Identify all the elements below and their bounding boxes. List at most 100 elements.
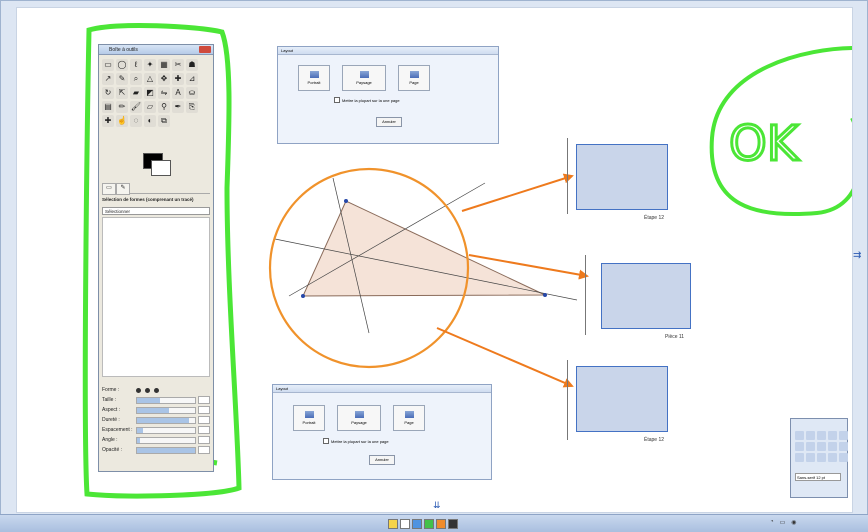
size-value[interactable] xyxy=(198,396,210,404)
tab-brush[interactable]: ✎ xyxy=(116,183,130,195)
color-picker-icon[interactable]: ✎ xyxy=(116,73,128,85)
tool-icon[interactable] xyxy=(806,453,815,462)
clone-icon[interactable]: ⎘ xyxy=(186,101,198,113)
portrait-button[interactable]: Portrait xyxy=(293,405,325,431)
dialog-ok-button[interactable]: Annuler xyxy=(369,455,395,465)
ink-icon[interactable]: ✒ xyxy=(172,101,184,113)
tool-icon[interactable] xyxy=(795,453,804,462)
thumbnail-3[interactable] xyxy=(574,364,670,434)
size-slider[interactable] xyxy=(136,396,196,404)
floating-toolbar[interactable]: Sans-serif 12 pt xyxy=(790,418,848,498)
color-blue[interactable] xyxy=(412,519,422,529)
next-page-icon[interactable]: ⇉ xyxy=(853,250,861,261)
page-button[interactable]: Page xyxy=(393,405,425,431)
bucket-icon[interactable]: ⛀ xyxy=(186,87,198,99)
color-select-icon[interactable]: ▦ xyxy=(158,59,170,71)
align-icon[interactable]: ✚ xyxy=(172,73,184,85)
checkbox-box[interactable] xyxy=(323,438,329,444)
page-button[interactable]: Page xyxy=(398,65,430,91)
hardness-value[interactable] xyxy=(198,416,210,424)
thumbnail-1[interactable] xyxy=(574,142,670,212)
color-swatch[interactable] xyxy=(143,153,171,176)
angle-value[interactable] xyxy=(198,436,210,444)
angle-slider[interactable] xyxy=(136,436,196,444)
opacity-slider[interactable] xyxy=(136,446,196,454)
color-white[interactable] xyxy=(400,519,410,529)
tab-options[interactable]: ▭ xyxy=(102,183,116,195)
dodge-icon[interactable]: ◐ xyxy=(144,115,156,127)
close-icon[interactable] xyxy=(199,46,211,53)
options-list[interactable] xyxy=(102,217,210,377)
tool-icon[interactable] xyxy=(839,442,848,451)
color-green[interactable] xyxy=(424,519,434,529)
tool-icon[interactable] xyxy=(817,431,826,440)
hardness-slider[interactable] xyxy=(136,416,196,424)
pencil-icon[interactable]: ✏ xyxy=(116,101,128,113)
rotate-icon[interactable]: ↻ xyxy=(102,87,114,99)
whiteboard-canvas[interactable]: OK Boîte à outils ▭ ◯ ℓ ✦ ▦ ✂ ☗ ↗ ✎ ⌕ △ … xyxy=(17,8,852,512)
portrait-button[interactable]: Portrait xyxy=(298,65,330,91)
tool-icon[interactable] xyxy=(828,431,837,440)
color-orange[interactable] xyxy=(436,519,446,529)
tray-icon[interactable]: ◔ xyxy=(770,519,774,526)
layout-dialog-bottom[interactable]: Layout Portrait Paysage Page Mettre la p… xyxy=(272,384,492,480)
fit-checkbox[interactable]: Mettre la plupart sur la une page xyxy=(334,97,400,103)
tray-icon[interactable]: ◉ xyxy=(791,519,796,526)
checkbox-box[interactable] xyxy=(334,97,340,103)
tool-icon[interactable] xyxy=(806,442,815,451)
zoom-icon[interactable]: ⌕ xyxy=(130,73,142,85)
foreground-icon[interactable]: ☗ xyxy=(186,59,198,71)
landscape-button[interactable]: Paysage xyxy=(337,405,381,431)
persp-clone-icon[interactable]: ⧉ xyxy=(158,115,170,127)
paths-icon[interactable]: ↗ xyxy=(102,73,114,85)
flip-icon[interactable]: ⇋ xyxy=(158,87,170,99)
landscape-button[interactable]: Paysage xyxy=(342,65,386,91)
spacing-value[interactable] xyxy=(198,426,210,434)
crop-icon[interactable]: ⊿ xyxy=(186,73,198,85)
smudge-icon[interactable]: ☝ xyxy=(116,115,128,127)
scale-icon[interactable]: ⇱ xyxy=(116,87,128,99)
tool-icon[interactable] xyxy=(828,453,837,462)
aspect-value[interactable] xyxy=(198,406,210,414)
lasso-icon[interactable]: ℓ xyxy=(130,59,142,71)
tool-icon[interactable] xyxy=(828,442,837,451)
gradient-icon[interactable]: ▤ xyxy=(102,101,114,113)
rect-select-icon[interactable]: ▭ xyxy=(102,59,114,71)
aspect-slider[interactable] xyxy=(136,406,196,414)
tray-icon[interactable]: ▭ xyxy=(780,519,786,526)
tool-icon[interactable] xyxy=(839,431,848,440)
tool-icon[interactable] xyxy=(795,431,804,440)
perspective-icon[interactable]: ◩ xyxy=(144,87,156,99)
measure-icon[interactable]: △ xyxy=(144,73,156,85)
thumbnail-2[interactable] xyxy=(599,261,693,331)
fit-checkbox[interactable]: Mettre la plupart sur la une page xyxy=(323,438,389,444)
airbrush-icon[interactable]: ⚲ xyxy=(158,101,170,113)
tool-icon[interactable] xyxy=(817,442,826,451)
mode-field[interactable]: Sélectionner xyxy=(102,207,210,215)
page-down-icon[interactable]: ⇊ xyxy=(433,500,441,511)
tool-icon[interactable] xyxy=(806,431,815,440)
font-select[interactable]: Sans-serif 12 pt xyxy=(795,473,841,481)
background-color[interactable] xyxy=(151,160,171,176)
heal-icon[interactable]: ✚ xyxy=(102,115,114,127)
color-black[interactable] xyxy=(448,519,458,529)
eraser-icon[interactable]: ▱ xyxy=(144,101,156,113)
brush-icon[interactable]: 🖌 xyxy=(130,101,142,113)
blur-icon[interactable]: ◌ xyxy=(130,115,142,127)
opacity-value[interactable] xyxy=(198,446,210,454)
tool-icon[interactable] xyxy=(817,453,826,462)
tool-icon[interactable] xyxy=(839,453,848,462)
toolbox-titlebar[interactable]: Boîte à outils xyxy=(99,45,213,55)
ellipse-select-icon[interactable]: ◯ xyxy=(116,59,128,71)
spacing-slider[interactable] xyxy=(136,426,196,434)
scissors-icon[interactable]: ✂ xyxy=(172,59,184,71)
layout-dialog-top[interactable]: Layout Portrait Paysage Page Mettre la p… xyxy=(277,46,499,144)
shape-dots[interactable] xyxy=(136,387,159,393)
wand-icon[interactable]: ✦ xyxy=(144,59,156,71)
move-icon[interactable]: ✥ xyxy=(158,73,170,85)
shear-icon[interactable]: ▰ xyxy=(130,87,142,99)
color-yellow[interactable] xyxy=(388,519,398,529)
toolbox-panel[interactable]: Boîte à outils ▭ ◯ ℓ ✦ ▦ ✂ ☗ ↗ ✎ ⌕ △ ✥ ✚… xyxy=(98,44,214,472)
text-icon[interactable]: A xyxy=(172,87,184,99)
tool-icon[interactable] xyxy=(795,442,804,451)
